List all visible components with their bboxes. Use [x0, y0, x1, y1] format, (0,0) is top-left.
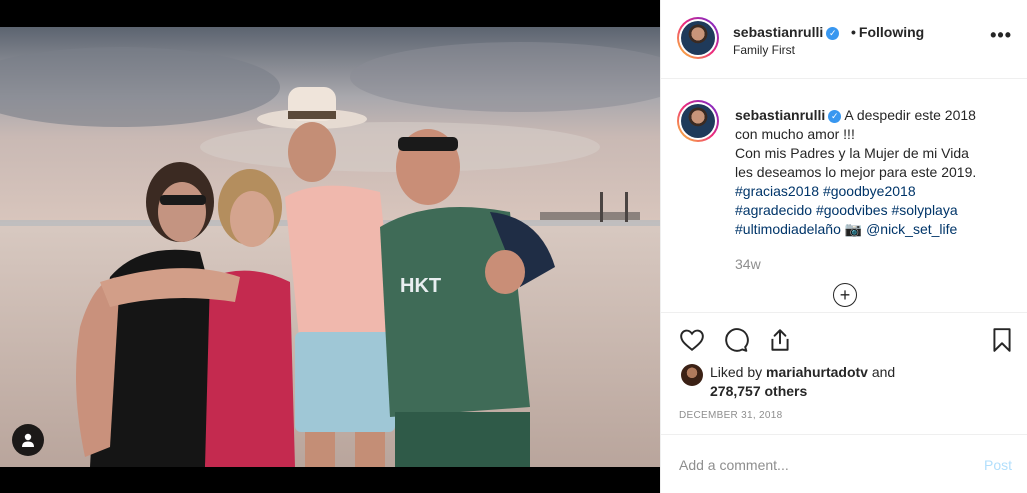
load-more-comments-button[interactable]: +	[833, 283, 857, 307]
avatar[interactable]	[677, 17, 719, 59]
mention-link[interactable]: @nick_set_life	[866, 221, 957, 237]
photo-panel: HKT	[0, 0, 660, 493]
following-button[interactable]: Following	[859, 24, 924, 40]
post-side-panel: sebastianrulli ✓ • Following Family First …	[660, 0, 1027, 493]
caption-line-2: con mucho amor !!!	[735, 126, 855, 142]
likes-count-link[interactable]: 278,757 others	[710, 383, 807, 399]
follow-status[interactable]: • Following	[848, 24, 924, 40]
camera-emoji-icon: 📷	[844, 221, 863, 237]
hashtag-line-3: #ultimodiadelaño 📷 @nick_set_life	[735, 220, 1015, 239]
hashtag-link[interactable]: #gracias2018	[735, 183, 819, 199]
liker-username-link[interactable]: mariahurtadotv	[766, 364, 868, 380]
comment-input[interactable]: Add a comment...	[679, 457, 939, 473]
caption-text-1: A despedir este 2018	[844, 107, 976, 123]
heart-icon[interactable]	[679, 327, 705, 353]
caption-line-1: sebastianrulli ✓ A despedir este 2018	[735, 106, 1015, 125]
post-comment-button[interactable]: Post	[984, 457, 1012, 473]
hashtag-link[interactable]: #ultimodiadelaño	[735, 221, 841, 237]
caption-username[interactable]: sebastianrulli	[735, 107, 825, 123]
hashtag-line-2: #agradecido #goodvibes #solyplaya	[735, 201, 1015, 220]
comment-bar: Add a comment... Post	[661, 434, 1027, 493]
caption-line-3: Con mis Padres y la Mujer de mi Vida	[735, 145, 969, 161]
verified-badge-icon: ✓	[828, 110, 842, 123]
tagged-people-button[interactable]	[12, 424, 44, 456]
hashtag-link[interactable]: #solyplaya	[891, 202, 957, 218]
hashtag-link[interactable]: #goodvibes	[816, 202, 888, 218]
caption-timestamp[interactable]: 34w	[735, 256, 761, 272]
location-link[interactable]: Family First	[733, 43, 795, 57]
separator-dot: •	[851, 24, 856, 40]
hashtag-link[interactable]: #goodbye2018	[823, 183, 916, 199]
beach-family-photo: HKT	[0, 27, 660, 467]
more-options-icon[interactable]: •••	[990, 26, 1012, 44]
bookmark-icon[interactable]	[989, 327, 1015, 353]
instagram-post-modal: HKT sebastianrulli ✓ • Following Family Fi…	[0, 0, 1027, 493]
username-link[interactable]: sebastianrulli ✓	[733, 24, 840, 40]
hashtag-line-1: #gracias2018 #goodbye2018	[735, 182, 1015, 201]
hashtag-link[interactable]: #agradecido	[735, 202, 812, 218]
caption-line-4: les deseamos lo mejor para este 2019.	[735, 164, 977, 180]
username-text[interactable]: sebastianrulli	[733, 24, 823, 40]
verified-badge-icon: ✓	[826, 27, 840, 40]
share-icon[interactable]	[767, 327, 793, 353]
caption: sebastianrulli ✓ A despedir este 2018 con…	[735, 106, 1015, 239]
and-label: and	[867, 364, 896, 380]
caption-avatar[interactable]	[677, 100, 719, 142]
likes-text: Liked by mariahurtadotv and 278,757 othe…	[710, 363, 895, 401]
svg-text:HKT: HKT	[400, 275, 441, 297]
action-bar	[661, 312, 1027, 366]
post-header: sebastianrulli ✓ • Following Family First …	[661, 0, 1027, 79]
liked-by-label: Liked by	[710, 364, 767, 380]
post-photo[interactable]: HKT	[0, 27, 660, 467]
post-date[interactable]: DECEMBER 31, 2018	[679, 410, 782, 421]
liker-avatar[interactable]	[681, 364, 703, 386]
comment-icon[interactable]	[723, 327, 749, 353]
person-tag-icon	[22, 433, 34, 447]
